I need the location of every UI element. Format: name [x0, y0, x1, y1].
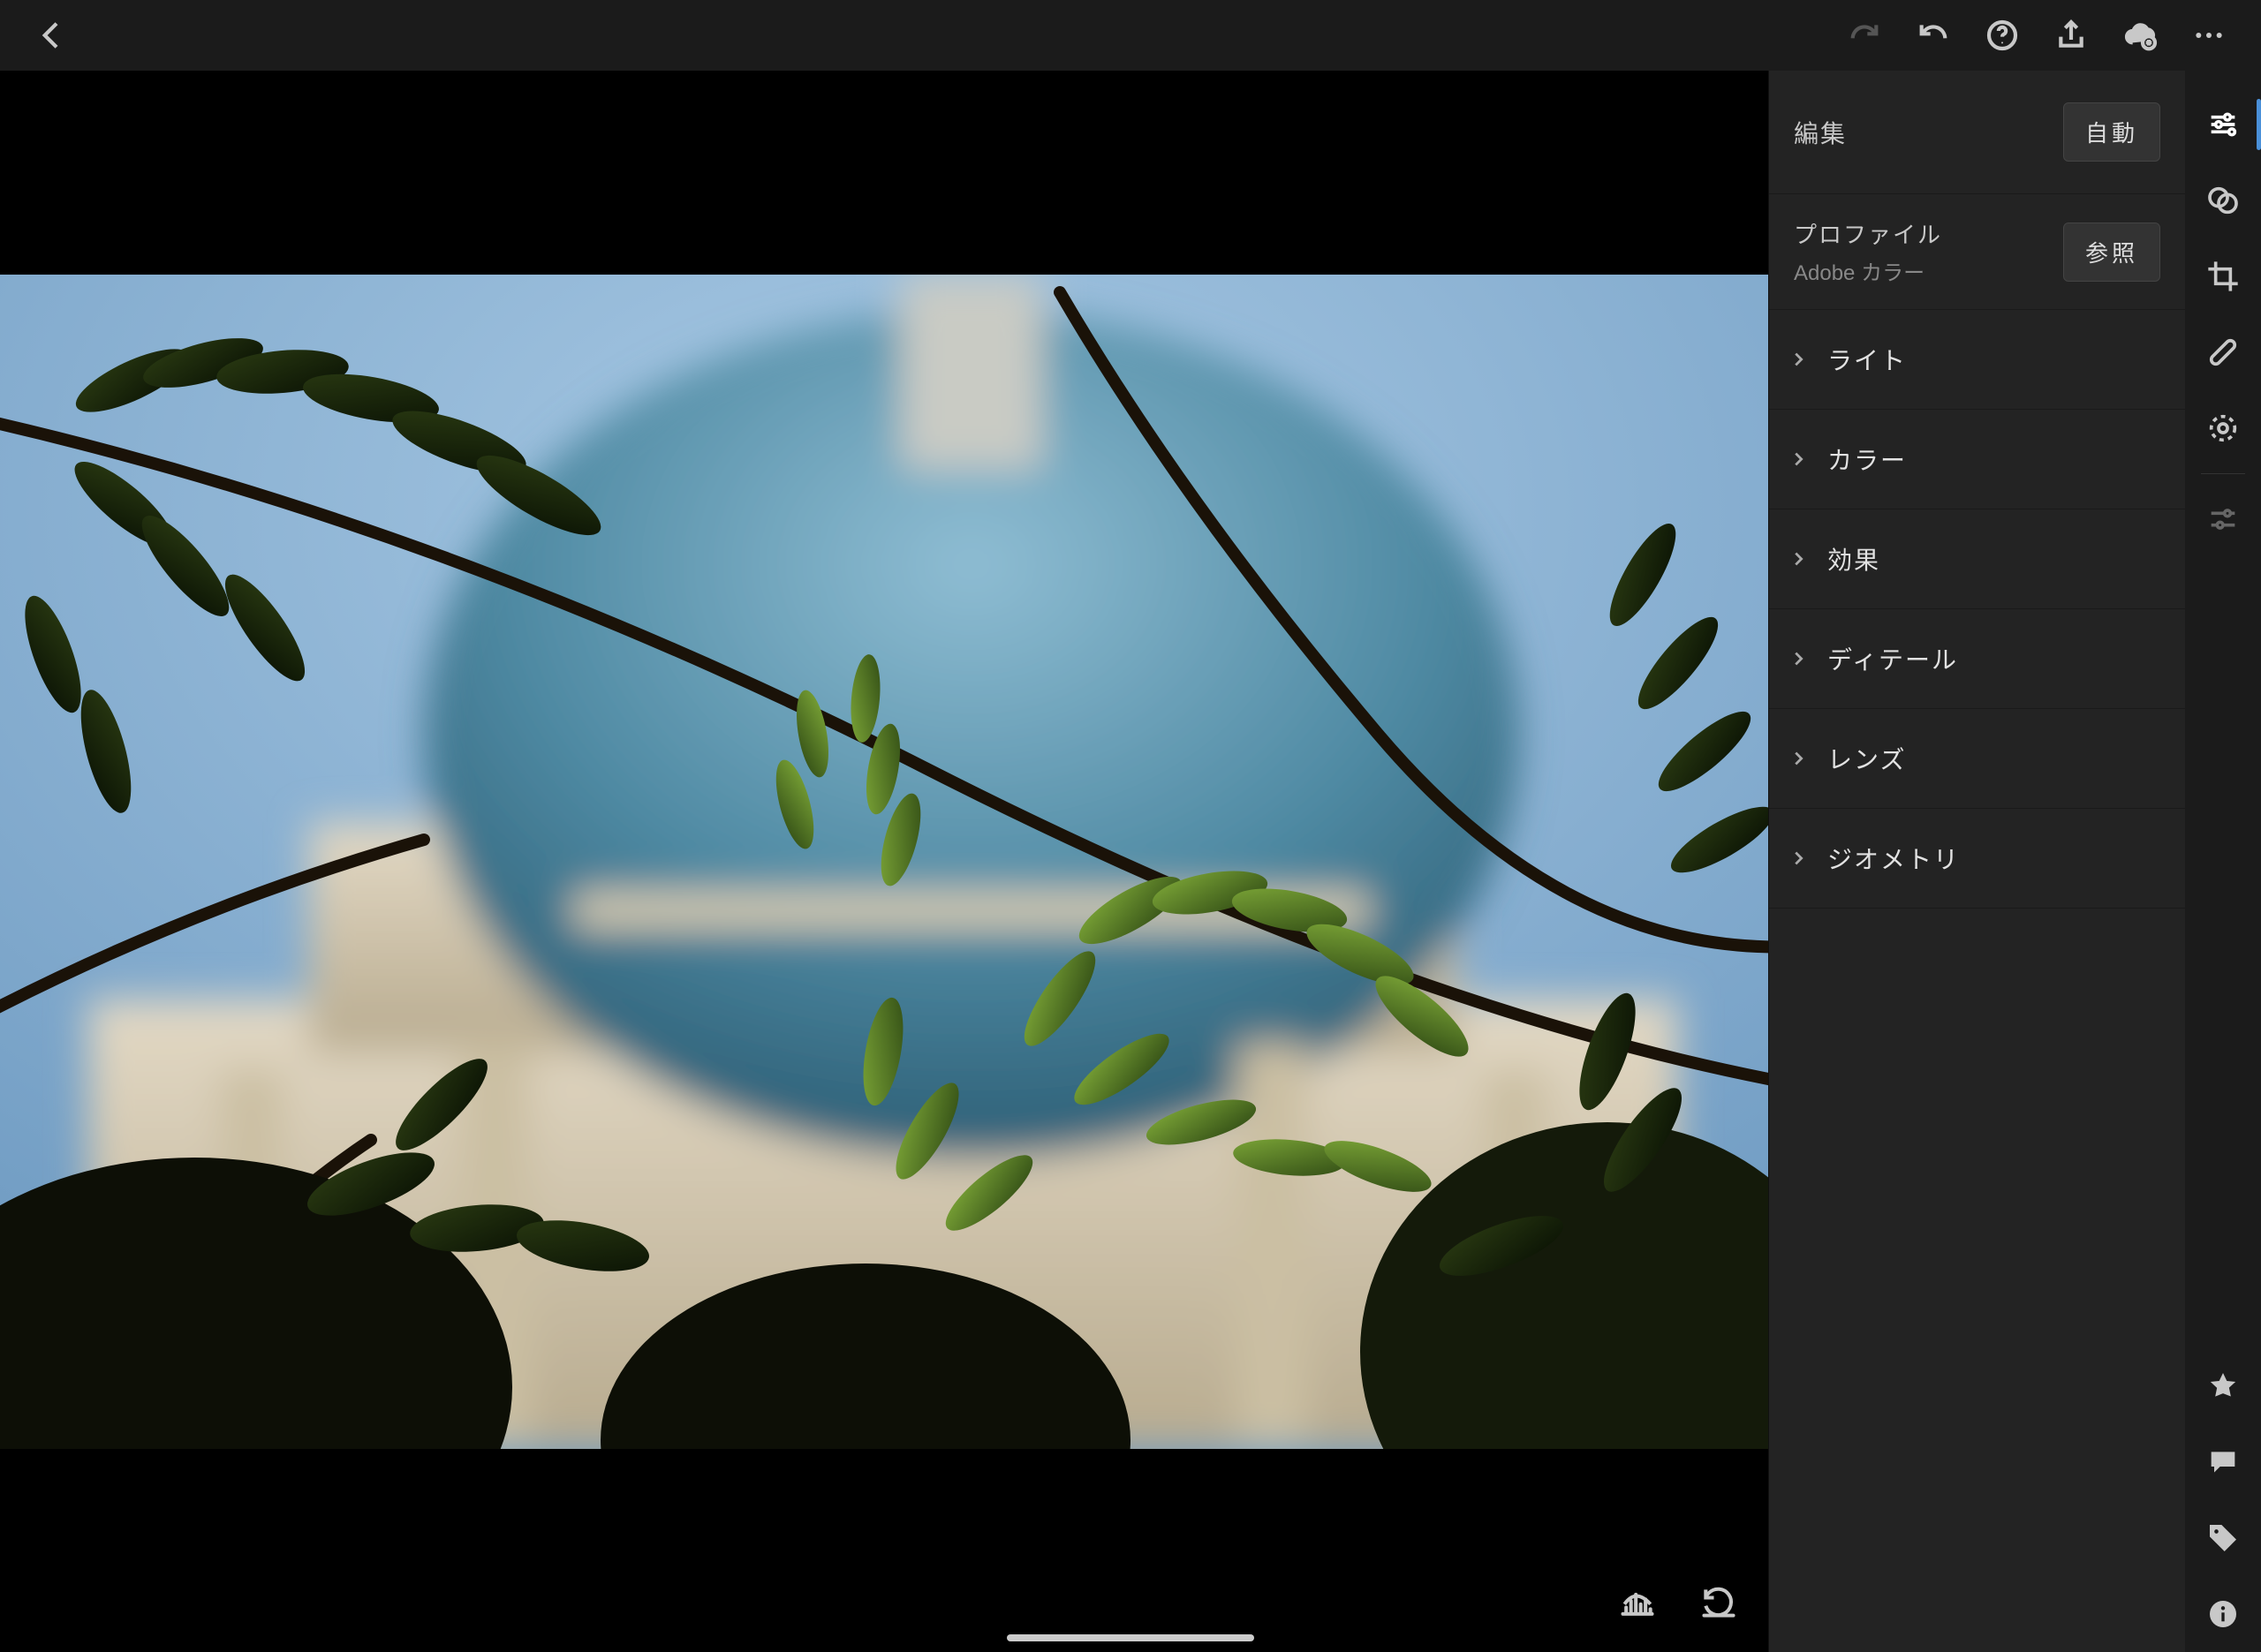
tool-edit[interactable]	[2185, 87, 2261, 162]
histogram-button[interactable]	[1614, 1580, 1660, 1626]
histogram-icon	[1618, 1583, 1657, 1622]
sliders-icon	[2205, 107, 2241, 142]
section-detail[interactable]: ディテール	[1769, 609, 2185, 709]
more-button[interactable]	[2174, 0, 2243, 71]
browse-profiles-button[interactable]: 参照	[2063, 223, 2160, 282]
canvas-area[interactable]	[0, 71, 1768, 1652]
section-lens[interactable]: レンズ	[1769, 709, 2185, 809]
canvas-footer-tools	[1614, 1580, 1742, 1626]
chevron-right-icon	[1788, 449, 1808, 469]
section-effects[interactable]: 効果	[1769, 509, 2185, 609]
tool-masking[interactable]	[2185, 390, 2261, 466]
section-label: 効果	[1827, 541, 1880, 577]
tool-versions[interactable]	[2185, 481, 2261, 557]
tool-keywords[interactable]	[2185, 1500, 2261, 1576]
section-label: ディテール	[1827, 641, 1958, 676]
section-geometry[interactable]: ジオメトリ	[1769, 809, 2185, 909]
help-icon	[1985, 18, 2020, 53]
tag-icon	[2205, 1520, 2241, 1556]
tool-rail	[2185, 71, 2261, 1652]
chevron-right-icon	[1788, 849, 1808, 868]
chevron-right-icon	[1788, 749, 1808, 768]
cloud-sync-button[interactable]	[2106, 0, 2174, 71]
auto-button[interactable]: 自動	[2063, 102, 2160, 162]
section-label: レンズ	[1827, 741, 1906, 776]
tool-presets[interactable]	[2185, 162, 2261, 238]
back-button[interactable]	[18, 0, 87, 71]
reset-icon	[1699, 1583, 1738, 1622]
app-root: 編集 自動 プロファイル Adobe カラー 参照 ライト カラー 効果	[0, 0, 2261, 1652]
undo-icon	[1916, 18, 1951, 53]
profile-row: プロファイル Adobe カラー 参照	[1769, 194, 2185, 310]
tool-info[interactable]	[2185, 1576, 2261, 1652]
info-icon	[2205, 1596, 2241, 1632]
section-label: ジオメトリ	[1827, 841, 1960, 876]
edit-header: 編集 自動	[1769, 71, 2185, 194]
section-label: ライト	[1827, 342, 1907, 377]
tool-healing[interactable]	[2185, 314, 2261, 390]
chevron-right-icon	[1788, 549, 1808, 569]
section-color[interactable]: カラー	[1769, 410, 2185, 509]
tool-rating[interactable]	[2185, 1348, 2261, 1424]
section-light[interactable]: ライト	[1769, 310, 2185, 410]
edit-panel: 編集 自動 プロファイル Adobe カラー 参照 ライト カラー 効果	[1768, 71, 2185, 1652]
share-icon	[2053, 18, 2089, 53]
top-bar	[0, 0, 2261, 71]
chevron-left-icon	[34, 18, 70, 53]
star-icon	[2205, 1369, 2241, 1404]
redo-icon	[1847, 18, 1882, 53]
chevron-right-icon	[1788, 350, 1808, 369]
rail-divider	[2201, 473, 2245, 474]
crop-icon	[2205, 259, 2241, 294]
reset-button[interactable]	[1696, 1580, 1742, 1626]
home-indicator	[1007, 1634, 1254, 1641]
more-icon	[2191, 18, 2227, 53]
share-button[interactable]	[2037, 0, 2106, 71]
edit-title: 編集	[1794, 115, 1847, 150]
comment-icon	[2205, 1445, 2241, 1480]
presets-icon	[2205, 183, 2241, 218]
masking-icon	[2205, 411, 2241, 446]
redo-button[interactable]	[1830, 0, 1899, 71]
help-button[interactable]	[1968, 0, 2037, 71]
chevron-right-icon	[1788, 649, 1808, 668]
versions-icon	[2205, 502, 2241, 537]
tool-crop[interactable]	[2185, 238, 2261, 314]
tool-comments[interactable]	[2185, 1424, 2261, 1500]
main-row: 編集 自動 プロファイル Adobe カラー 参照 ライト カラー 効果	[0, 71, 2261, 1652]
cloud-plus-icon	[2122, 18, 2158, 53]
section-label: カラー	[1827, 441, 1907, 477]
profile-label: プロファイル	[1794, 217, 1942, 250]
bandage-icon	[2205, 335, 2241, 370]
profile-value: Adobe カラー	[1794, 255, 1942, 286]
undo-button[interactable]	[1899, 0, 1968, 71]
photo-preview	[0, 275, 1768, 1449]
